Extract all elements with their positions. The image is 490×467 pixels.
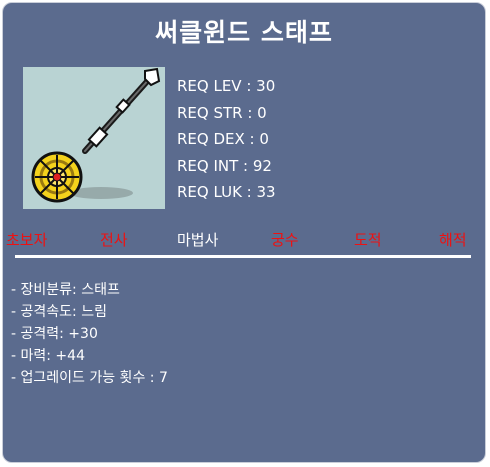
- job-warrior: 전사: [100, 231, 128, 249]
- job-magician: 마법사: [177, 231, 219, 249]
- stat-attack: - 공격력: +30: [11, 326, 98, 342]
- requirements-list: REQ LEV : 30 REQ STR : 0 REQ DEX : 0 REQ…: [177, 73, 276, 206]
- stat-upgrade-slots: - 업그레이드 가능 횟수 : 7: [11, 370, 168, 386]
- req-dex: REQ DEX : 0: [177, 130, 269, 148]
- req-luk: REQ LUK : 33: [177, 183, 276, 201]
- stat-category: - 장비분류: 스태프: [11, 282, 120, 298]
- circle-wind-staff-icon: [31, 67, 161, 203]
- job-thief: 도적: [354, 231, 382, 249]
- item-image: [23, 67, 165, 209]
- req-level: REQ LEV : 30: [177, 77, 276, 95]
- job-bowman: 궁수: [271, 231, 299, 249]
- stat-attack-speed: - 공격속도: 느림: [11, 304, 107, 320]
- item-name: 써클윈드 스태프: [155, 18, 333, 47]
- stat-magic: - 마력: +44: [11, 348, 85, 364]
- req-int: REQ INT : 92: [177, 156, 272, 175]
- item-stats: - 장비분류: 스태프 - 공격속도: 느림 - 공격력: +30 - 마력: …: [11, 279, 168, 389]
- item-tooltip-panel: 써클윈드 스태프 REQ LEV : 30 REQ STR : 0 REQ DE…: [2, 2, 486, 463]
- job-pirate: 해적: [439, 231, 467, 249]
- divider: [15, 255, 471, 258]
- job-list: 초보자 전사 마법사 궁수 도적 해적: [3, 229, 489, 253]
- req-str: REQ STR : 0: [177, 103, 267, 122]
- job-beginner: 초보자: [6, 231, 48, 249]
